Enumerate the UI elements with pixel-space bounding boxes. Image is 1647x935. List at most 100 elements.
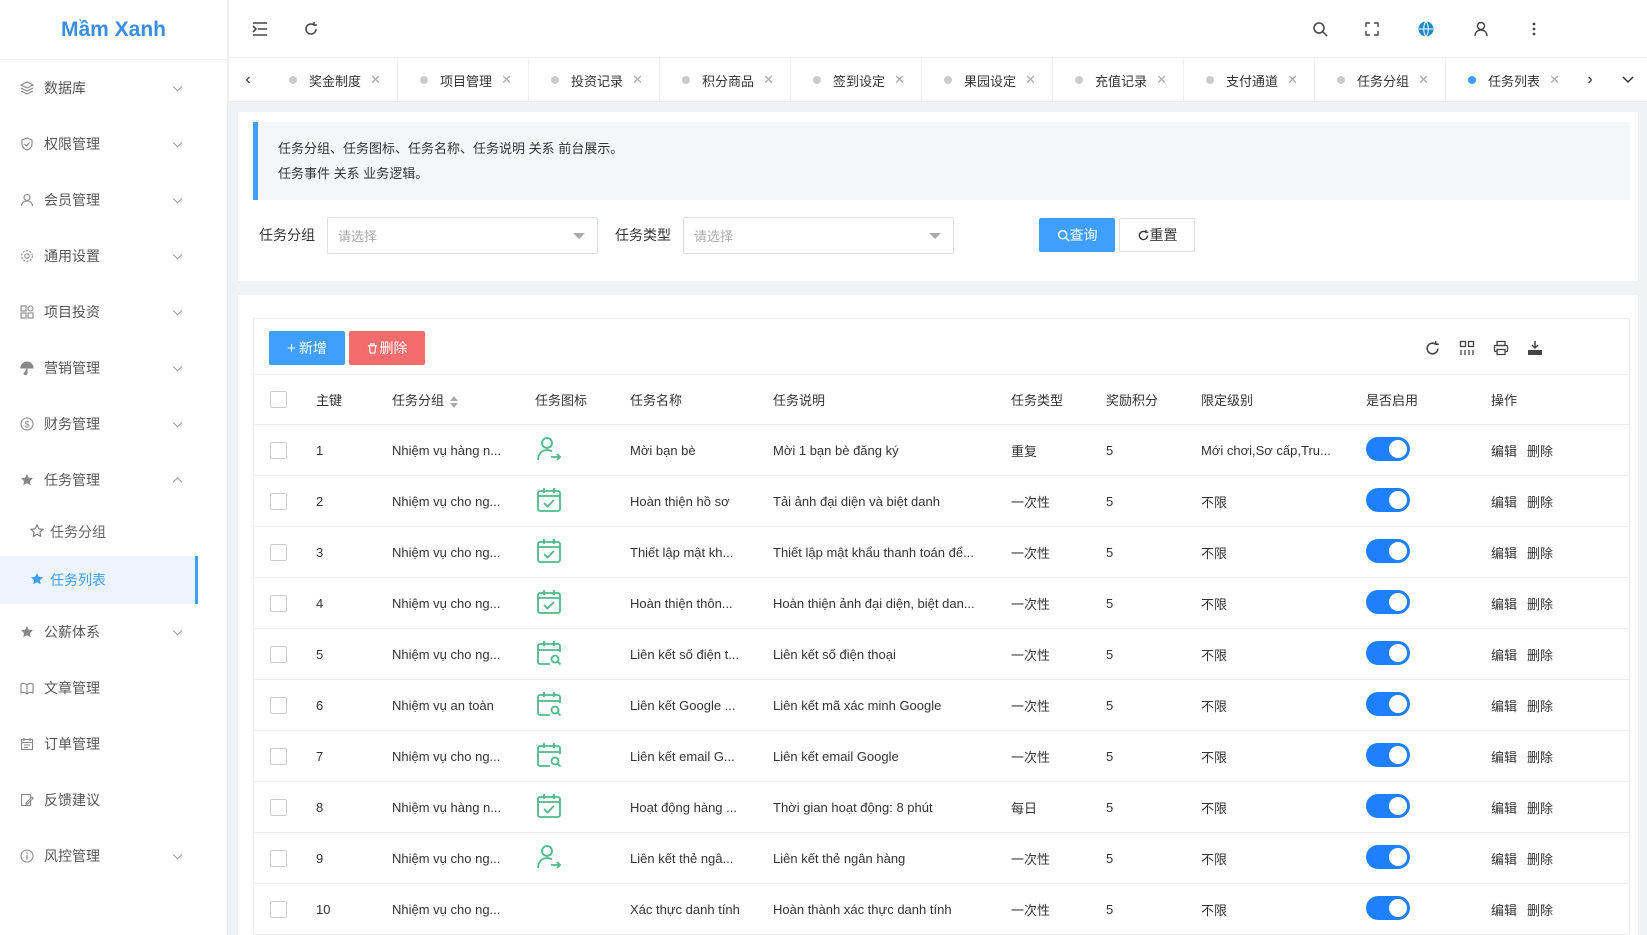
- edit-link[interactable]: 编辑: [1491, 597, 1517, 612]
- enabled-toggle[interactable]: [1366, 691, 1410, 716]
- delete-link[interactable]: 删除: [1527, 801, 1553, 816]
- enabled-toggle[interactable]: [1366, 895, 1410, 920]
- close-icon[interactable]: ✕: [1549, 72, 1560, 88]
- sidebar-item-7[interactable]: 任务管理: [0, 452, 227, 508]
- enabled-toggle[interactable]: [1366, 793, 1410, 818]
- sidebar-item-10[interactable]: 订单管理: [0, 716, 227, 772]
- user-profile-icon[interactable]: [1470, 18, 1492, 40]
- edit-link[interactable]: 编辑: [1491, 852, 1517, 867]
- language-globe-icon[interactable]: [1415, 18, 1437, 40]
- edit-link[interactable]: 编辑: [1491, 648, 1517, 663]
- delete-link[interactable]: 删除: [1527, 648, 1553, 663]
- close-icon[interactable]: ✕: [1287, 72, 1298, 88]
- enabled-toggle[interactable]: [1366, 538, 1410, 563]
- print-icon[interactable]: [1490, 337, 1512, 359]
- enabled-toggle[interactable]: [1366, 844, 1410, 869]
- menu-toggle-icon[interactable]: [249, 18, 271, 40]
- delete-link[interactable]: 删除: [1527, 852, 1553, 867]
- sidebar-subitem-1[interactable]: 任务列表: [0, 556, 198, 604]
- row-checkbox[interactable]: [270, 645, 287, 663]
- enabled-toggle[interactable]: [1366, 589, 1410, 614]
- tab-0[interactable]: 奖金制度 ✕: [267, 58, 398, 101]
- row-checkbox[interactable]: [270, 900, 287, 918]
- edit-link[interactable]: 编辑: [1491, 903, 1517, 918]
- export-icon[interactable]: [1524, 337, 1546, 359]
- sidebar-item-5[interactable]: 营销管理: [0, 340, 227, 396]
- group-filter-select[interactable]: 请选择: [327, 217, 598, 254]
- tab-4[interactable]: 签到设定 ✕: [791, 58, 922, 101]
- col-group[interactable]: 任务分组: [392, 374, 535, 425]
- delete-link[interactable]: 删除: [1527, 699, 1553, 714]
- row-checkbox[interactable]: [270, 441, 287, 459]
- sidebar-item-11[interactable]: 反馈建议: [0, 772, 227, 828]
- sidebar-item-4[interactable]: 项目投资: [0, 284, 227, 340]
- sidebar-item-9[interactable]: 文章管理: [0, 660, 227, 716]
- delete-link[interactable]: 删除: [1527, 495, 1553, 510]
- type-filter-select[interactable]: 请选择: [683, 217, 954, 254]
- sidebar-item-1[interactable]: 权限管理: [0, 116, 227, 172]
- sidebar-item-6[interactable]: $ 财务管理: [0, 396, 227, 452]
- close-icon[interactable]: ✕: [632, 72, 643, 88]
- tab-9[interactable]: 任务列表 ✕: [1446, 58, 1571, 101]
- row-checkbox[interactable]: [270, 747, 287, 765]
- cell-icon: [535, 526, 630, 578]
- row-checkbox[interactable]: [270, 543, 287, 561]
- tab-3[interactable]: 积分商品 ✕: [660, 58, 791, 101]
- tab-7[interactable]: 支付通道 ✕: [1184, 58, 1315, 101]
- row-checkbox[interactable]: [270, 492, 287, 510]
- enabled-toggle[interactable]: [1366, 487, 1410, 512]
- close-icon[interactable]: ✕: [763, 72, 774, 88]
- select-all-checkbox[interactable]: [270, 391, 287, 409]
- edit-link[interactable]: 编辑: [1491, 699, 1517, 714]
- delete-link[interactable]: 删除: [1527, 597, 1553, 612]
- delete-link[interactable]: 删除: [1527, 903, 1553, 918]
- delete-button[interactable]: 删除: [349, 331, 425, 365]
- tab-6[interactable]: 充值记录 ✕: [1053, 58, 1184, 101]
- columns-icon[interactable]: [1456, 337, 1478, 359]
- sidebar-item-12[interactable]: 风控管理: [0, 828, 227, 884]
- reset-button[interactable]: 重置: [1119, 218, 1195, 252]
- delete-link[interactable]: 删除: [1527, 444, 1553, 459]
- tab-8[interactable]: 任务分组 ✕: [1315, 58, 1446, 101]
- row-checkbox[interactable]: [270, 849, 287, 867]
- tabs-dropdown-icon[interactable]: [1609, 58, 1647, 101]
- edit-link[interactable]: 编辑: [1491, 801, 1517, 816]
- fullscreen-icon[interactable]: [1361, 18, 1383, 40]
- edit-link[interactable]: 编辑: [1491, 444, 1517, 459]
- tabs-scroll-left-icon[interactable]: ‹: [229, 58, 267, 101]
- edit-link[interactable]: 编辑: [1491, 750, 1517, 765]
- close-icon[interactable]: ✕: [370, 72, 381, 88]
- close-icon[interactable]: ✕: [1156, 72, 1167, 88]
- tabs-scroll-right-icon[interactable]: ›: [1571, 58, 1609, 101]
- delete-link[interactable]: 删除: [1527, 546, 1553, 561]
- sidebar-item-8[interactable]: 公薪体系: [0, 604, 227, 660]
- row-checkbox[interactable]: [270, 594, 287, 612]
- row-checkbox[interactable]: [270, 696, 287, 714]
- edit-link[interactable]: 编辑: [1491, 546, 1517, 561]
- search-button[interactable]: 查询: [1039, 218, 1115, 252]
- app-logo[interactable]: Mầm Xanh: [0, 0, 227, 60]
- refresh-icon[interactable]: [300, 18, 322, 40]
- add-button[interactable]: + 新增: [269, 331, 345, 365]
- edit-link[interactable]: 编辑: [1491, 495, 1517, 510]
- tab-5[interactable]: 果园设定 ✕: [922, 58, 1053, 101]
- close-icon[interactable]: ✕: [501, 72, 512, 88]
- tab-2[interactable]: 投资记录 ✕: [529, 58, 660, 101]
- table-refresh-icon[interactable]: [1421, 337, 1443, 359]
- enabled-toggle[interactable]: [1366, 436, 1410, 461]
- close-icon[interactable]: ✕: [1025, 72, 1036, 88]
- sidebar-subitem-0[interactable]: 任务分组: [0, 508, 227, 556]
- sort-icon[interactable]: [450, 395, 459, 408]
- more-vertical-icon[interactable]: [1523, 18, 1545, 40]
- close-icon[interactable]: ✕: [894, 72, 905, 88]
- enabled-toggle[interactable]: [1366, 742, 1410, 767]
- search-icon[interactable]: [1309, 18, 1331, 40]
- tab-1[interactable]: 项目管理 ✕: [398, 58, 529, 101]
- enabled-toggle[interactable]: [1366, 640, 1410, 665]
- row-checkbox[interactable]: [270, 798, 287, 816]
- sidebar-item-0[interactable]: 数据库: [0, 60, 227, 116]
- sidebar-item-2[interactable]: 会员管理: [0, 172, 227, 228]
- sidebar-item-3[interactable]: 通用设置: [0, 228, 227, 284]
- close-icon[interactable]: ✕: [1418, 72, 1429, 88]
- delete-link[interactable]: 删除: [1527, 750, 1553, 765]
